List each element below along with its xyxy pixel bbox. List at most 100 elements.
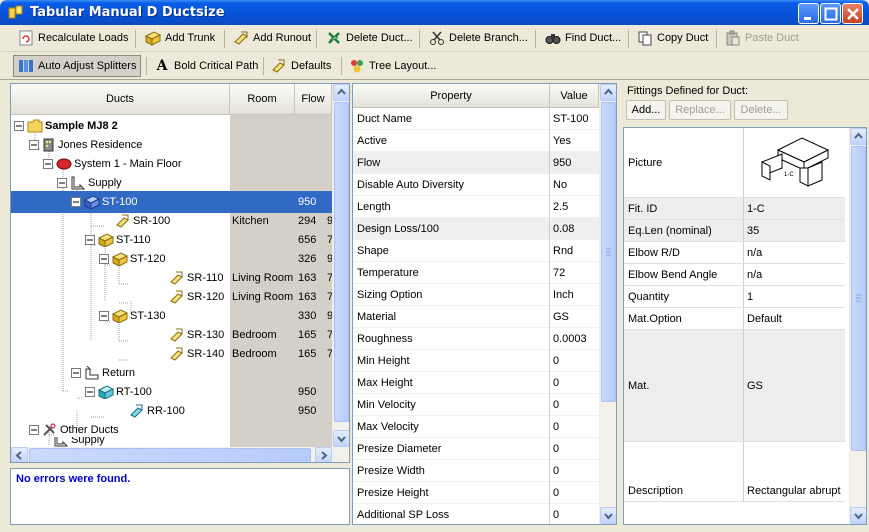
property-value[interactable]: ST-100 (550, 108, 599, 130)
property-row[interactable]: Sizing Option Inch (353, 284, 599, 306)
property-row[interactable]: Roughness 0.0003 (353, 328, 599, 350)
column-header-property[interactable]: Property (353, 84, 550, 108)
fitting-row[interactable]: Elbow R/D n/a (624, 242, 845, 264)
scroll-thumb[interactable] (851, 146, 866, 451)
minimize-button[interactable] (798, 3, 819, 24)
property-row[interactable]: Design Loss/100 0.08 (353, 218, 599, 240)
property-row[interactable]: Active Yes (353, 130, 599, 152)
property-row[interactable]: Min Velocity 0 (353, 394, 599, 416)
fitting-value[interactable]: GS (744, 330, 845, 442)
defaults-button[interactable]: Defaults (267, 55, 335, 77)
property-value[interactable]: 0 (550, 416, 599, 438)
property-value[interactable]: 0 (550, 460, 599, 482)
fitting-add-button[interactable]: Add... (626, 100, 666, 120)
fitting-value[interactable]: Rectangular abrupt (744, 442, 845, 502)
property-value[interactable]: 72 (550, 262, 599, 284)
copy-duct-button[interactable]: Copy Duct (633, 27, 712, 49)
property-value[interactable]: 2.5 (550, 196, 599, 218)
column-header-flow[interactable]: Flow (295, 84, 332, 115)
delete-branch-button[interactable]: Delete Branch... (425, 27, 532, 49)
add-runout-button[interactable]: Add Runout (229, 27, 315, 49)
fitting-value[interactable]: n/a (744, 242, 845, 264)
property-row[interactable]: Max Height 0 (353, 372, 599, 394)
scroll-down-button[interactable] (600, 507, 616, 524)
collapse-icon[interactable] (99, 254, 109, 264)
tree-vertical-scrollbar[interactable] (332, 84, 349, 447)
property-value[interactable]: Rnd (550, 240, 599, 262)
tree-horizontal-scrollbar[interactable] (11, 447, 349, 462)
property-row[interactable]: Presize Diameter 0 (353, 438, 599, 460)
fitting-row[interactable]: Quantity 1 (624, 286, 845, 308)
property-row[interactable]: Presize Width 0 (353, 460, 599, 482)
tree-row-other-supply[interactable]: Supply (11, 437, 230, 447)
scroll-right-button[interactable] (315, 447, 332, 462)
collapse-icon[interactable] (43, 159, 53, 169)
fitting-delete-button[interactable]: Delete... (734, 100, 788, 120)
property-row[interactable]: Temperature 72 (353, 262, 599, 284)
recalculate-loads-button[interactable]: Recalculate Loads (14, 27, 133, 49)
collapse-icon[interactable] (99, 311, 109, 321)
property-value[interactable]: Yes (550, 130, 599, 152)
tree-layout-button[interactable]: Tree Layout... (345, 55, 440, 77)
property-value[interactable]: 0 (550, 350, 599, 372)
property-row[interactable]: Max Velocity 0 (353, 416, 599, 438)
property-row[interactable]: Material GS (353, 306, 599, 328)
property-row[interactable]: Length 2.5 (353, 196, 599, 218)
property-row[interactable]: Flow 950 (353, 152, 599, 174)
paste-duct-button[interactable]: Paste Duct (721, 27, 803, 49)
property-value[interactable]: 0 (550, 504, 599, 524)
property-row[interactable]: Additional SP Loss 0 (353, 504, 599, 524)
property-value[interactable]: 0.08 (550, 218, 599, 240)
property-value[interactable]: 0 (550, 438, 599, 460)
find-duct-button[interactable]: Find Duct... (541, 27, 625, 49)
fitting-replace-button[interactable]: Replace... (669, 100, 731, 120)
scroll-up-button[interactable] (850, 128, 866, 145)
fitting-value[interactable]: n/a (744, 264, 845, 286)
close-button[interactable] (842, 3, 863, 24)
property-row[interactable]: Min Height 0 (353, 350, 599, 372)
collapse-icon[interactable] (71, 368, 81, 378)
scroll-left-button[interactable] (11, 447, 28, 462)
property-row[interactable]: Duct Name ST-100 (353, 108, 599, 130)
property-row[interactable]: Shape Rnd (353, 240, 599, 262)
maximize-button[interactable] (820, 3, 841, 24)
fitting-row[interactable]: Mat. GS (624, 330, 845, 442)
collapse-icon[interactable] (29, 140, 39, 150)
fitting-value[interactable]: Default (744, 308, 845, 330)
property-value[interactable]: 0 (550, 482, 599, 504)
property-value[interactable]: GS (550, 306, 599, 328)
column-header-room[interactable]: Room (230, 84, 295, 115)
fitting-row[interactable]: Elbow Bend Angle n/a (624, 264, 845, 286)
scroll-thumb[interactable] (334, 102, 349, 422)
property-value[interactable]: 0 (550, 372, 599, 394)
fitting-value[interactable]: 1-C (744, 198, 845, 220)
property-value[interactable]: 0.0003 (550, 328, 599, 350)
add-trunk-button[interactable]: Add Trunk (141, 27, 219, 49)
scroll-thumb[interactable] (601, 102, 616, 402)
property-value[interactable]: 950 (550, 152, 599, 174)
property-value[interactable]: No (550, 174, 599, 196)
delete-duct-button[interactable]: Delete Duct... (322, 27, 417, 49)
column-header-value[interactable]: Value (550, 84, 599, 108)
collapse-icon[interactable] (85, 235, 95, 245)
properties-vertical-scrollbar[interactable] (599, 84, 616, 524)
fitting-row[interactable]: Eq.Len (nominal) 35 (624, 220, 845, 242)
fitting-row[interactable]: Mat.Option Default (624, 308, 845, 330)
property-row[interactable]: Presize Height 0 (353, 482, 599, 504)
scroll-thumb[interactable] (29, 448, 311, 462)
collapse-icon[interactable] (29, 425, 39, 435)
collapse-icon[interactable] (57, 178, 67, 188)
fitting-value[interactable]: 35 (744, 220, 845, 242)
fitting-row[interactable]: Description Rectangular abrupt (624, 442, 845, 502)
column-header-ducts[interactable]: Ducts (11, 84, 230, 115)
collapse-icon[interactable] (14, 121, 24, 131)
property-row[interactable]: Disable Auto Diversity No (353, 174, 599, 196)
scroll-down-button[interactable] (333, 430, 349, 447)
scroll-up-button[interactable] (600, 84, 616, 101)
collapse-icon[interactable] (85, 387, 95, 397)
property-value[interactable]: Inch (550, 284, 599, 306)
fitting-row[interactable]: Fit. ID 1-C (624, 198, 845, 220)
collapse-icon[interactable] (71, 197, 81, 207)
property-value[interactable]: 0 (550, 394, 599, 416)
scroll-down-button[interactable] (850, 507, 866, 524)
